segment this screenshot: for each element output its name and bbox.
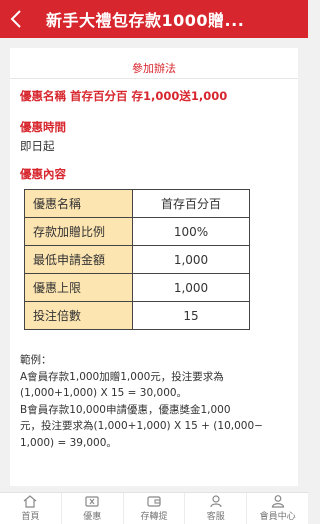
table-value: 100% [132, 217, 250, 246]
table-value: 1,000 [132, 273, 250, 302]
tab-support[interactable]: 客服 [185, 493, 248, 524]
example-line: 元，投注要求為(1,000+1,000) X 15 + (10,000− [20, 420, 263, 432]
gift-ticket-icon [85, 496, 99, 507]
example-line: A會員存款1,000加贈1,000元，投注要求為 [20, 370, 224, 383]
table-value: 首存百分百 [132, 189, 250, 218]
promo-card: 參加辦法 優惠名稱 首存百分百 存1,000送1,000 優惠時間 即日起 優惠… [10, 48, 298, 486]
tab-label: 優惠 [83, 512, 102, 522]
tab-member-center[interactable]: 會員中心 [247, 493, 308, 524]
table-key: 優惠上限 [24, 273, 133, 302]
table-value: 1,000 [132, 245, 250, 274]
table-row: 存款加贈比例 100% [24, 217, 250, 246]
back-button[interactable] [0, 0, 32, 38]
tab-label: 客服 [206, 512, 225, 522]
support-icon [210, 495, 222, 508]
table-row: 優惠名稱 首存百分百 [24, 189, 250, 218]
bottom-tab-bar: 首頁 優惠 存轉提 客服 會員中心 [0, 492, 308, 524]
time-label: 優惠時間 [20, 120, 66, 134]
tab-label: 首頁 [21, 512, 40, 522]
table-row: 投注倍數 15 [24, 301, 250, 330]
tab-home[interactable]: 首頁 [0, 493, 62, 524]
home-icon [24, 495, 37, 508]
table-row: 最低申請金額 1,000 [24, 245, 250, 274]
table-row: 優惠上限 1,000 [24, 273, 250, 302]
tab-transfer[interactable]: 存轉提 [124, 493, 186, 524]
page-title: 新手大禮包存款1000贈... [46, 11, 245, 30]
table-key: 投注倍數 [24, 301, 133, 330]
table-key: 優惠名稱 [24, 189, 133, 218]
tab-promotions[interactable]: 優惠 [62, 493, 124, 524]
example-line: B會員存款10,000申請優惠，優惠獎金1,000 [20, 403, 231, 416]
example-label: 範例： [20, 354, 52, 366]
time-value: 即日起 [20, 139, 55, 153]
offer-name-line: 優惠名稱 首存百分百 存1,000送1,000 [20, 89, 228, 103]
details-table: 優惠名稱 首存百分百 存款加贈比例 100% 最低申請金額 1,000 優惠上限… [24, 189, 250, 330]
tab-label: 會員中心 [259, 512, 296, 522]
table-value: 15 [132, 301, 250, 330]
table-key: 存款加贈比例 [24, 217, 133, 246]
chevron-left-icon [10, 10, 21, 28]
tab-label: 存轉提 [140, 512, 168, 522]
example-line: (1,000+1,000) X 15 = 30,000。 [20, 387, 188, 399]
user-icon [271, 495, 284, 508]
table-key: 最低申請金額 [24, 245, 133, 274]
details-label: 優惠內容 [20, 167, 66, 181]
top-bar: 新手大禮包存款1000贈... [0, 0, 308, 38]
section-title: 參加辦法 [132, 62, 176, 75]
example-line: 1,000) = 39,000。 [20, 436, 117, 449]
wallet-icon [147, 496, 161, 507]
